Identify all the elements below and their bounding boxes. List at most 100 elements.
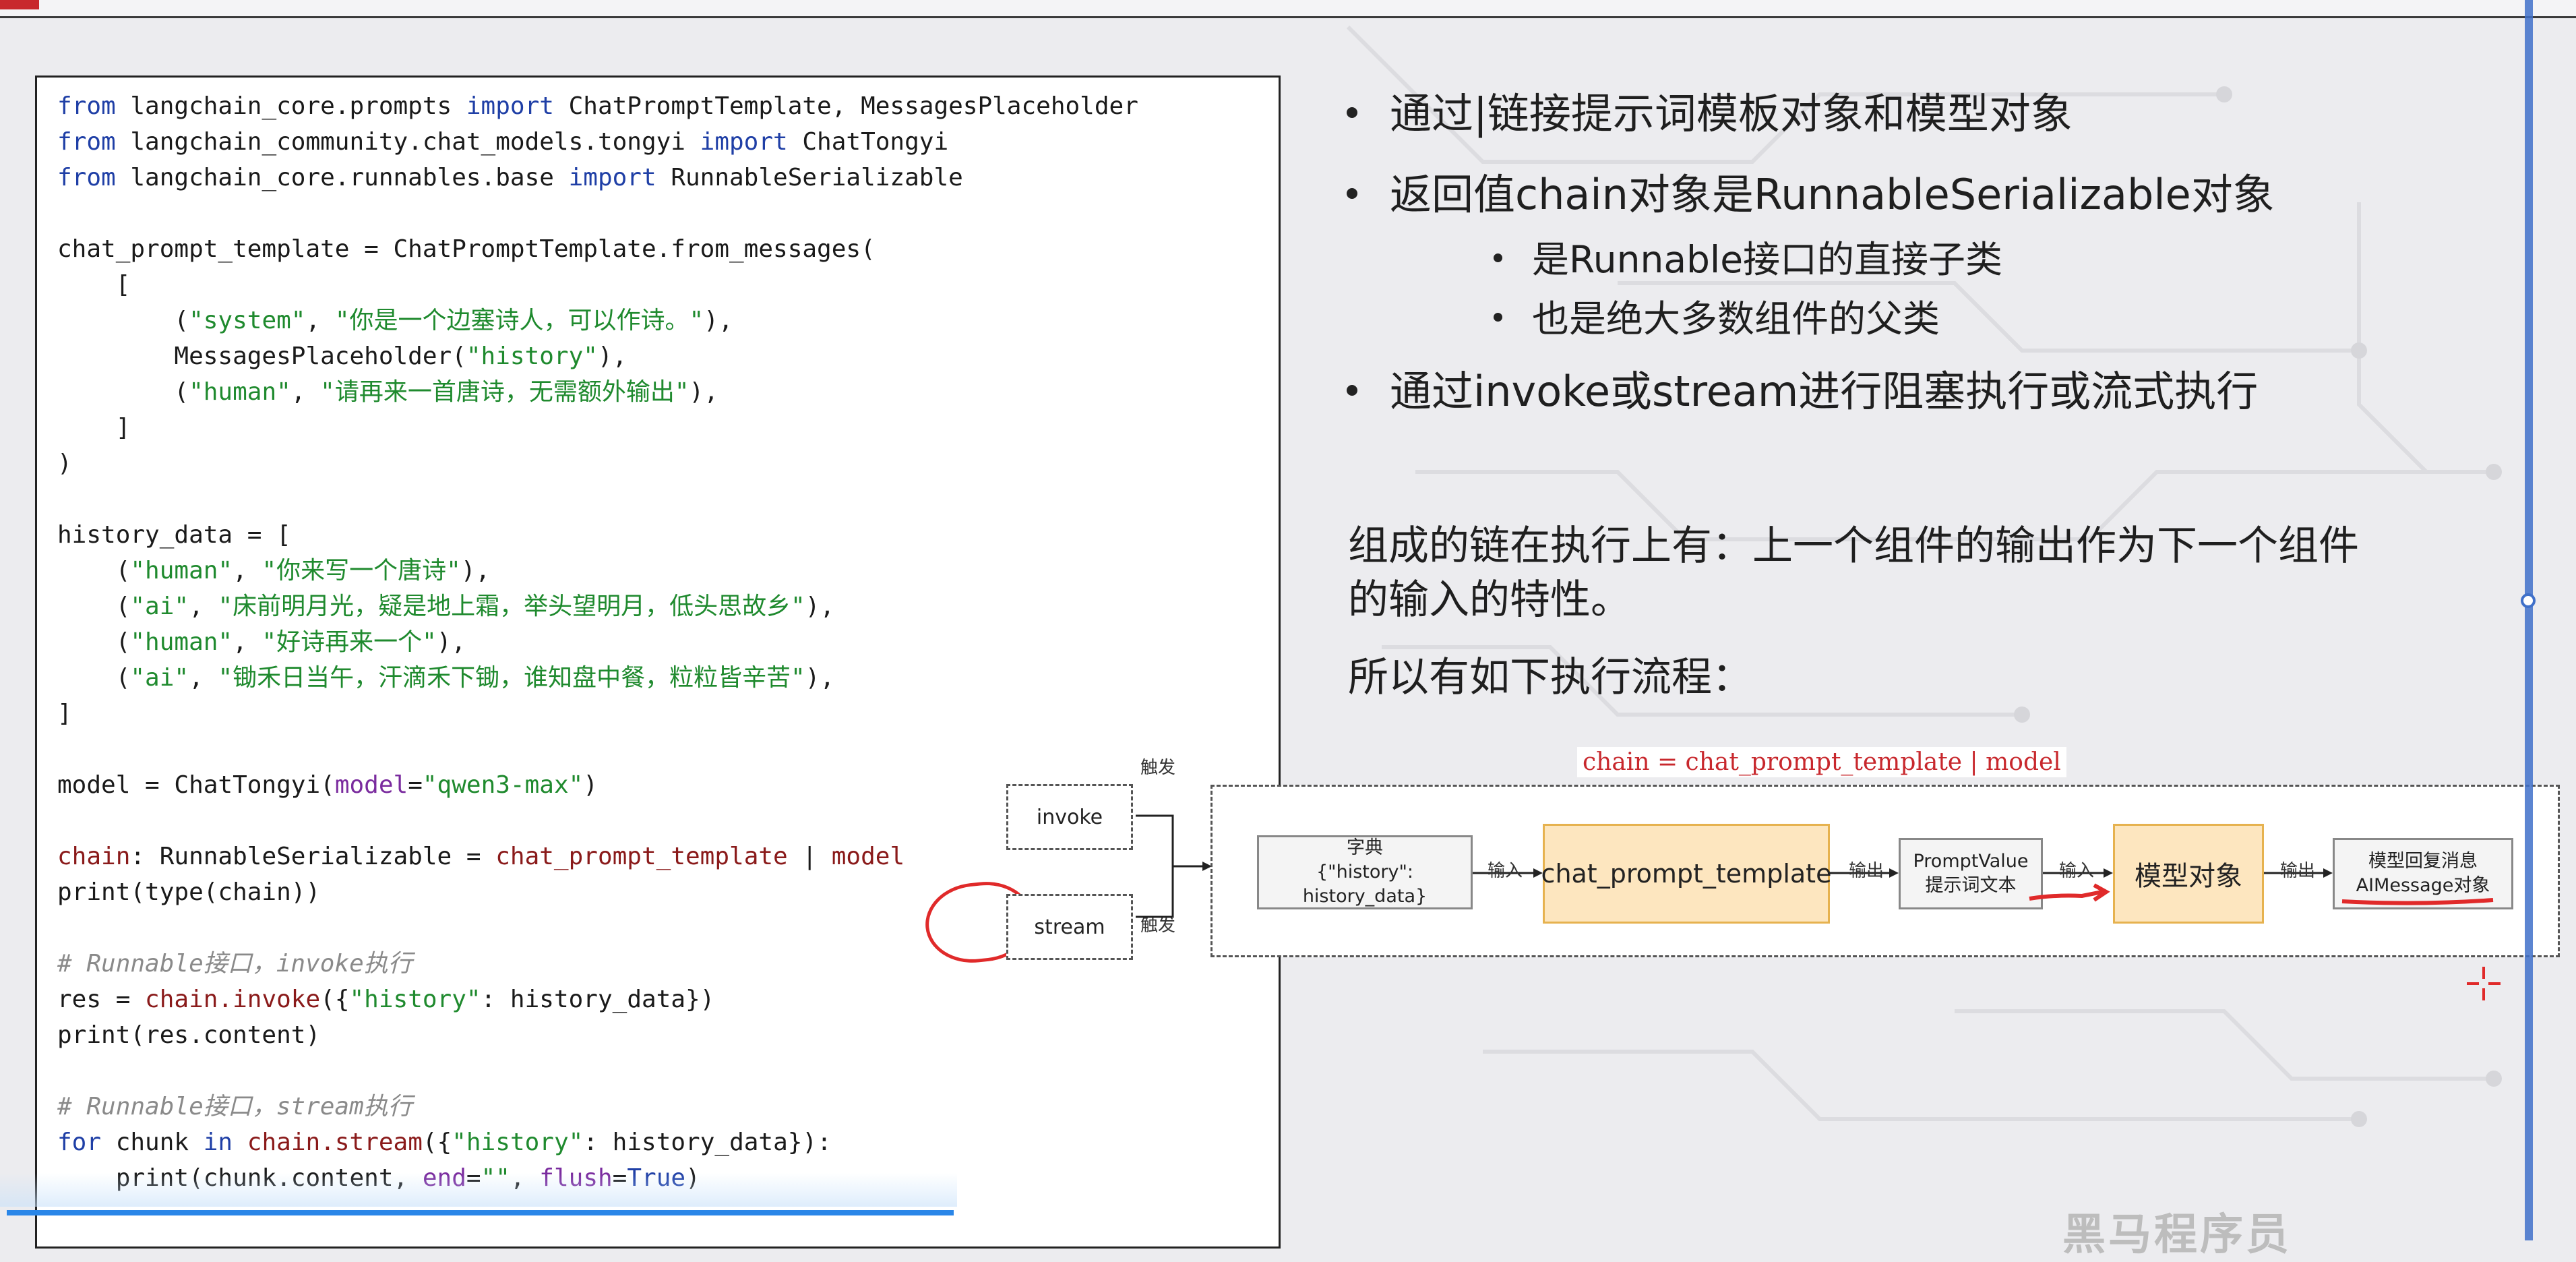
bullet-dot-icon — [1347, 107, 1357, 118]
code-token: "ai" — [130, 593, 189, 620]
code-token: model — [334, 771, 408, 799]
code-token: : RunnableSerializable = — [130, 843, 496, 870]
code-line: history_data = [ — [57, 521, 291, 549]
code-block: from langchain_core.prompts import ChatP… — [57, 88, 1138, 1196]
bullet-1: 通过|链接提示词模板对象和模型对象 — [1347, 80, 2073, 140]
code-line: res = chain.invoke({"history": history_d… — [57, 986, 714, 1013]
code-token: ), — [689, 378, 718, 406]
code-token: ), — [805, 593, 835, 620]
code-token: ( — [57, 307, 189, 334]
bullet-dot-icon — [1494, 313, 1502, 322]
code-token: chat_prompt_template — [495, 843, 788, 870]
code-line: from langchain_core.prompts import ChatP… — [57, 92, 1138, 120]
code-token: ) — [583, 771, 598, 799]
code-token: : history_data}): — [583, 1129, 832, 1156]
code-token: = — [408, 771, 423, 799]
code-panel: from langchain_core.prompts import ChatP… — [35, 76, 1281, 1249]
code-token: "好诗再来一个" — [262, 628, 437, 656]
code-line: from langchain_core.runnables.base impor… — [57, 164, 963, 191]
code-token: langchain_core.runnables.base — [115, 164, 569, 191]
bullet-2: 返回值chain对象是RunnableSerializable对象 — [1347, 160, 2275, 221]
code-token: print(res.content) — [57, 1021, 321, 1049]
chain-description-line-2: 的输入的特性。 — [1348, 576, 1631, 624]
code-token: "你是一个边塞诗人，可以作诗。" — [334, 307, 704, 334]
code-line: print(type(chain)) — [57, 878, 320, 906]
code-token: "human" — [130, 557, 233, 584]
code-line: ) — [57, 450, 72, 477]
code-line: ("human", "好诗再来一个"), — [57, 628, 466, 656]
code-token: "床前明月光，疑是地上霜，举头望明月，低头思故乡" — [218, 593, 805, 620]
code-line: chain: RunnableSerializable = chat_promp… — [57, 843, 904, 870]
chain-description-line-1: 组成的链在执行上有：上一个组件的输出作为下一个组件 — [1348, 522, 2359, 570]
watermark: 黑马程序员 — [2062, 1210, 2292, 1260]
code-token: "ai" — [130, 664, 189, 692]
code-line: ("ai", "锄禾日当午，汗滴禾下锄，谁知盘中餐，粒粒皆辛苦"), — [57, 664, 834, 692]
code-token: [ — [57, 271, 131, 299]
code-token: # Runnable接口，stream执行 — [57, 1093, 412, 1120]
trigger-connector — [1136, 814, 1212, 918]
code-token: "你来写一个唐诗" — [262, 557, 461, 584]
flow-intro: 所以有如下执行流程： — [1348, 654, 1752, 701]
code-token: , — [305, 307, 335, 334]
code-token: "锄禾日当午，汗滴禾下锄，谁知盘中餐，粒粒皆辛苦" — [218, 664, 805, 692]
stream-trigger: stream — [1006, 894, 1133, 960]
edge-label-input-2: 输入 — [2059, 861, 2095, 881]
code-token: import — [700, 128, 788, 156]
code-token: ChatTongyi — [787, 128, 949, 156]
scrollbar-handle[interactable] — [2521, 593, 2536, 608]
code-token: "human" — [130, 628, 233, 656]
bullet-2-text: 返回值chain对象是RunnableSerializable对象 — [1390, 170, 2275, 219]
bullet-dot-icon — [1347, 384, 1357, 396]
vertical-scrollbar[interactable] — [2525, 0, 2533, 1240]
code-token: ({ — [320, 986, 350, 1013]
edge-label-output-2: 输出 — [2280, 861, 2316, 881]
bullet-3: 通过invoke或stream进行阻塞执行或流式执行 — [1347, 357, 2258, 418]
code-token: ] — [57, 700, 72, 727]
code-token: model — [831, 843, 905, 870]
code-token: "history" — [349, 986, 481, 1013]
code-token: chain.stream — [247, 1129, 423, 1156]
bullet-3-text: 通过invoke或stream进行阻塞执行或流式执行 — [1390, 367, 2259, 416]
code-token: from — [57, 164, 116, 191]
stream-label: stream — [1034, 915, 1105, 939]
code-token: "human" — [189, 378, 291, 406]
code-token: import — [466, 92, 554, 120]
code-line: ("human", "你来写一个唐诗"), — [57, 557, 490, 584]
code-token: ( — [57, 593, 131, 620]
code-token: , — [189, 593, 218, 620]
bullet-1-text: 通过|链接提示词模板对象和模型对象 — [1390, 89, 2073, 138]
code-token: ( — [57, 557, 131, 584]
chain-caption: chain = chat_prompt_template | model — [1577, 747, 2066, 777]
crosshair-cursor-icon — [2467, 967, 2501, 1000]
code-line: ] — [57, 700, 72, 727]
slide-title-marker — [0, 0, 39, 9]
code-token: "history" — [452, 1129, 584, 1156]
code-token: chain — [57, 843, 131, 870]
code-line: ("ai", "床前明月光，疑是地上霜，举头望明月，低头思故乡"), — [57, 593, 834, 620]
slide-top-bar — [0, 0, 2576, 18]
code-line: [ — [57, 271, 131, 299]
invoke-trigger: invoke — [1006, 784, 1133, 850]
invoke-label: invoke — [1036, 805, 1103, 829]
horizontal-scrollbar[interactable] — [7, 1210, 954, 1215]
code-token: in — [203, 1129, 233, 1156]
code-line: # Runnable接口，stream执行 — [57, 1093, 412, 1120]
code-token: for — [57, 1129, 102, 1156]
code-token: "请再来一首唐诗，无需额外输出" — [320, 378, 689, 406]
code-token: , — [233, 557, 262, 584]
code-token: chunk — [101, 1129, 204, 1156]
code-line: # Runnable接口，invoke执行 — [57, 950, 412, 978]
code-token: ( — [57, 628, 131, 656]
code-token: chat_prompt_template = ChatPromptTemplat… — [57, 235, 876, 263]
invoke-trigger-label: 触发 — [1140, 758, 1176, 778]
code-token: "system" — [189, 307, 306, 334]
code-token: , — [233, 628, 262, 656]
code-token: RunnableSerializable — [656, 164, 963, 191]
code-token: , — [290, 378, 321, 406]
code-token: ] — [57, 414, 131, 442]
code-token: : history_data}) — [481, 986, 715, 1013]
code-token: ), — [805, 664, 835, 692]
code-line: model = ChatTongyi(model="qwen3-max") — [57, 771, 598, 799]
code-line: for chunk in chain.stream({"history": hi… — [57, 1129, 832, 1156]
